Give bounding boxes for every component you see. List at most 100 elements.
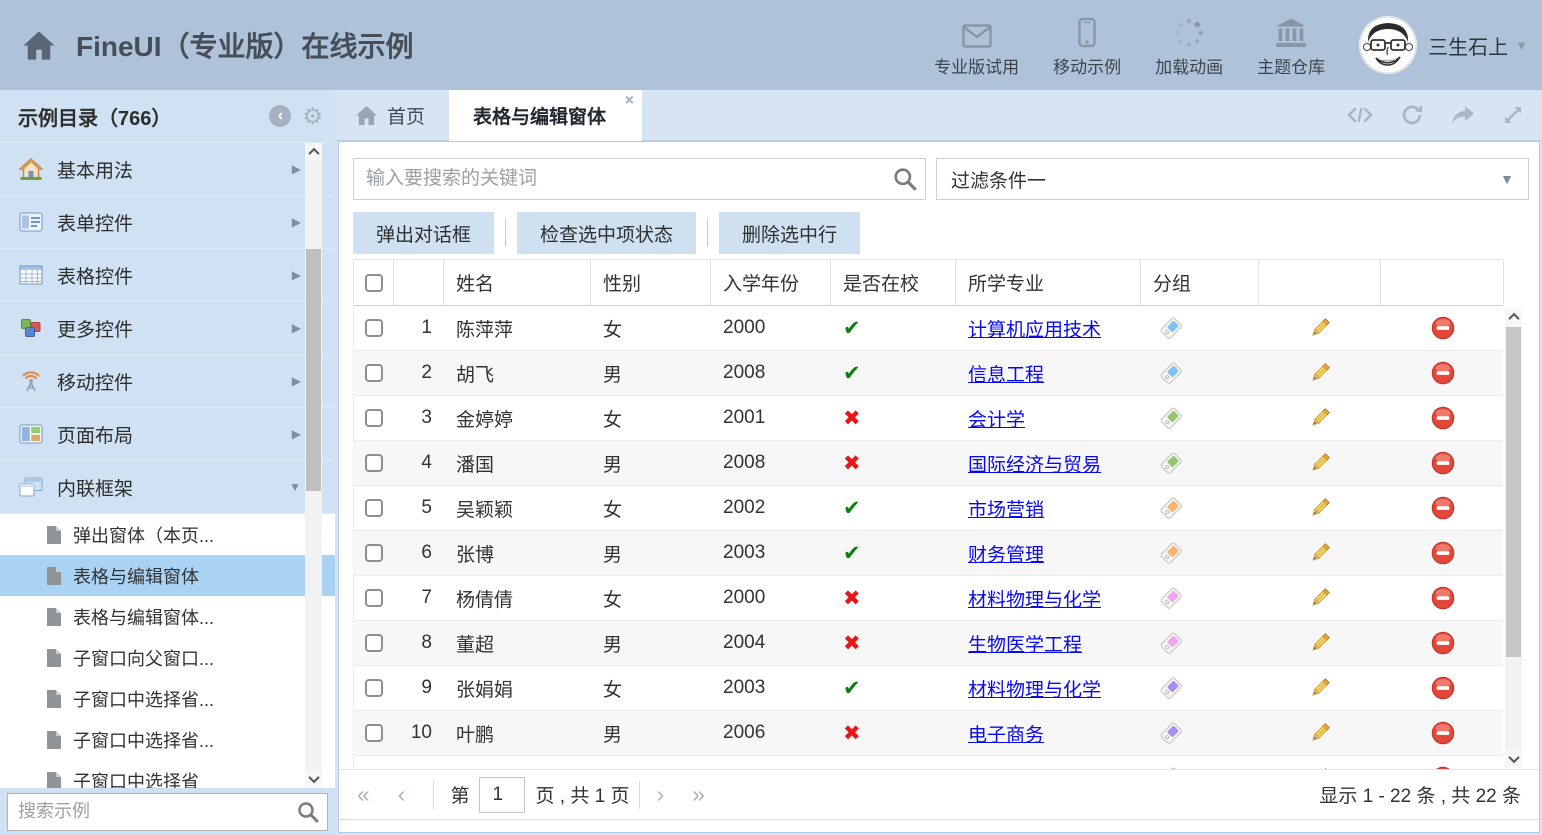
delete-icon[interactable] [1381,351,1503,395]
sidebar-scrollbar[interactable] [305,143,322,788]
filter-dropdown[interactable]: 过滤条件一 ▼ [936,158,1529,200]
topnav-item[interactable]: 专业版试用 [934,12,1019,78]
topnav-item[interactable]: 主题仓库 [1257,12,1325,78]
edit-icon[interactable] [1259,486,1381,530]
row-checkbox[interactable] [365,409,383,427]
row-checkbox[interactable] [365,544,383,562]
major-link[interactable]: 材料物理与化学 [968,585,1101,612]
sidebar-menu-item[interactable]: 表单控件 ▶ [0,196,335,249]
edit-icon[interactable] [1259,396,1381,440]
scroll-up-icon[interactable] [305,143,322,161]
last-page-icon[interactable]: » [692,783,705,806]
major-link[interactable]: 材料物理与化学 [968,675,1101,702]
search-icon[interactable] [893,167,917,191]
prev-page-icon[interactable]: ‹ [398,783,406,806]
edit-icon[interactable] [1259,756,1381,769]
topnav-item[interactable]: 移动示例 [1053,12,1121,78]
sidebar-sub-item[interactable]: 表格与编辑窗体... [0,596,335,637]
edit-icon[interactable] [1259,576,1381,620]
scroll-down-icon[interactable] [1505,750,1522,768]
major-link[interactable]: 电子商务 [968,720,1044,747]
select-all-checkbox[interactable] [365,274,383,292]
first-page-icon[interactable]: « [357,783,370,806]
row-checkbox[interactable] [365,589,383,607]
sidebar-sub-item[interactable]: 表格与编辑窗体 [0,555,335,596]
edit-icon[interactable] [1259,666,1381,710]
tab-bar: 首页 表格与编辑窗体 × [335,90,1542,141]
sidebar-search-input[interactable] [8,794,327,830]
sidebar-menu-item[interactable]: 更多控件 ▶ [0,302,335,355]
major-link[interactable]: 计算机应用技术 [968,315,1101,342]
row-checkbox[interactable] [365,679,383,697]
delete-icon[interactable] [1381,396,1503,440]
sidebar-sub-item[interactable]: 弹出窗体（本页... [0,514,335,555]
collapse-sidebar-icon[interactable]: ‹ [269,105,291,127]
menu-item-label: 移动控件 [57,368,133,395]
page-number-input[interactable] [479,777,525,813]
gear-icon[interactable]: ⚙ [302,105,323,128]
sidebar-sub-item[interactable]: 子窗口中选择省 [0,760,335,788]
tab-grid-edit-window[interactable]: 表格与编辑窗体 × [449,90,642,141]
sidebar-sub-item[interactable]: 子窗口中选择省... [0,719,335,760]
user-menu[interactable]: 三生石上 ▼ [1359,16,1528,74]
major-link[interactable]: 国际经济与贸易 [968,450,1101,477]
toolbar-button[interactable]: 检查选中项状态 [517,212,696,254]
row-number: 9 [394,666,444,710]
scrollbar-thumb[interactable] [306,249,321,491]
row-checkbox[interactable] [365,364,383,382]
tab-home[interactable]: 首页 [335,90,445,140]
refresh-icon[interactable] [1400,104,1424,126]
delete-icon[interactable] [1381,756,1503,769]
major-link[interactable]: 市场营销 [968,495,1044,522]
edit-icon[interactable] [1259,531,1381,575]
major-link[interactable]: 生物医学工程 [968,630,1082,657]
delete-icon[interactable] [1381,486,1503,530]
sidebar-sub-item[interactable]: 子窗口中选择省... [0,678,335,719]
next-page-icon[interactable]: › [656,783,664,806]
sidebar-menu-item[interactable]: 表格控件 ▶ [0,249,335,302]
delete-icon[interactable] [1381,576,1503,620]
edit-icon[interactable] [1259,351,1381,395]
sidebar-menu-item[interactable]: 页面布局 ▶ [0,408,335,461]
sidebar-header: 示例目录（766） ‹ ⚙ [0,90,335,143]
toolbar-button[interactable]: 弹出对话框 [353,212,494,254]
sub-item-label: 弹出窗体（本页... [73,522,214,548]
header-cell: 性别 [591,260,711,305]
row-checkbox[interactable] [365,319,383,337]
sidebar-menu-item[interactable]: 基本用法 ▶ [0,143,335,196]
scroll-up-icon[interactable] [1505,308,1522,326]
delete-icon[interactable] [1381,441,1503,485]
delete-icon[interactable] [1381,306,1503,350]
scroll-down-icon[interactable] [305,770,322,788]
delete-icon[interactable] [1381,621,1503,665]
edit-icon[interactable] [1259,441,1381,485]
keyword-search-input[interactable] [354,159,925,199]
row-checkbox[interactable] [365,499,383,517]
table-scrollbar[interactable] [1505,308,1522,768]
major-link[interactable]: 会计学 [968,405,1025,432]
row-number: 5 [394,486,444,530]
toolbar-button[interactable]: 删除选中行 [719,212,860,254]
delete-icon[interactable] [1381,531,1503,575]
antenna-icon [18,369,44,393]
sidebar-sub-item[interactable]: 子窗口向父窗口... [0,637,335,678]
major-link[interactable]: 财务管理 [968,540,1044,567]
edit-icon[interactable] [1259,306,1381,350]
edit-icon[interactable] [1259,711,1381,755]
close-icon[interactable]: × [625,93,634,109]
share-icon[interactable] [1451,105,1475,125]
sidebar-menu-item[interactable]: 移动控件 ▶ [0,355,335,408]
topnav-item[interactable]: 加载动画 [1155,12,1223,78]
header-cell [1259,260,1381,305]
delete-icon[interactable] [1381,666,1503,710]
row-checkbox[interactable] [365,454,383,472]
edit-icon[interactable] [1259,621,1381,665]
scrollbar-thumb[interactable] [1506,327,1521,657]
delete-icon[interactable] [1381,711,1503,755]
code-icon[interactable] [1347,105,1373,125]
expand-icon[interactable] [1502,104,1524,126]
sidebar-menu-item[interactable]: 内联框架 ▼ [0,461,335,514]
major-link[interactable]: 信息工程 [968,360,1044,387]
row-checkbox[interactable] [365,724,383,742]
row-checkbox[interactable] [365,634,383,652]
